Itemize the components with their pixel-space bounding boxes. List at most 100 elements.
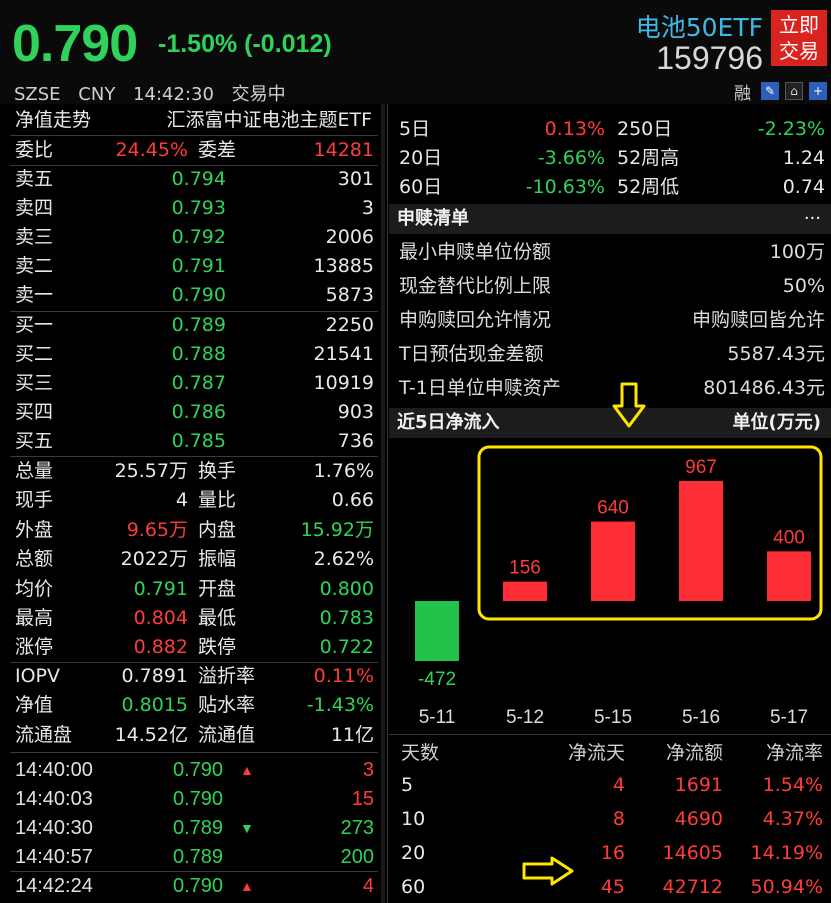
perf-value: 0.13% — [544, 118, 605, 140]
flow-cell-net-days: 4 — [612, 774, 625, 796]
perf-label: 60日 — [399, 176, 443, 198]
x-tick-label: 5-15 — [594, 707, 632, 728]
bid-volume: 2250 — [325, 314, 374, 336]
redeem-value: 100万 — [769, 241, 825, 263]
ask-price: 0.790 — [171, 284, 226, 306]
stat-row: 总额 2022万 振幅 2.62% — [10, 545, 378, 574]
clipped-perf-row — [389, 104, 831, 114]
header-toolbar: 融 ✎ ⌂ + — [734, 80, 827, 104]
redeem-row: 最小申赎单位份额 100万 — [389, 235, 831, 269]
tick-volume: 3 — [362, 759, 374, 781]
order-book-panel: 净值走势 汇添富中证电池主题ETF 委比 24.45% 委差 14281 卖五 0… — [10, 104, 378, 903]
stat-row: 现手 4 量比 0.66 — [10, 486, 378, 515]
ask-row[interactable]: 卖二 0.791 13885 — [10, 252, 378, 281]
bar-value-label: 156 — [509, 558, 541, 579]
stat-row: 外盘 9.65万 内盘 15.92万 — [10, 516, 378, 545]
stat-label: 涨停 — [15, 636, 54, 659]
bid-label: 买五 — [15, 430, 54, 452]
col-net-days: 净流天 — [567, 742, 625, 764]
bid-volume: 10919 — [313, 372, 374, 394]
ask-volume: 3 — [361, 197, 374, 219]
flow-cell-net-rate: 4.37% — [762, 808, 823, 830]
ask-label: 卖一 — [15, 284, 54, 306]
add-icon[interactable]: + — [809, 82, 827, 100]
weibi-label: 委比 — [15, 139, 54, 161]
stat-value: 14.52亿 — [114, 723, 188, 746]
ask-row[interactable]: 卖三 0.792 2006 — [10, 223, 378, 252]
bid-row[interactable]: 买二 0.788 21541 — [10, 340, 378, 369]
stat-row: 涨停 0.882 跌停 0.722 — [10, 633, 378, 662]
trading-status: 交易中 — [231, 84, 286, 105]
stat-row: 均价 0.791 开盘 0.800 — [10, 575, 378, 604]
flow-cell-net-amt: 14605 — [662, 842, 723, 864]
redeem-value: 801486.43元 — [703, 377, 825, 399]
ask-volume: 13885 — [313, 255, 374, 277]
stat-value: 25.57万 — [114, 460, 188, 482]
flow-cell-net-amt: 4690 — [674, 808, 723, 830]
flow-unit: 单位(万元) — [732, 412, 821, 433]
performance-row: 5日 0.13% 250日 -2.23% — [389, 115, 831, 144]
x-tick-label: 5-16 — [682, 707, 720, 728]
stat-label: 溢折率 — [198, 665, 256, 687]
redeem-label: 申购赎回允许情况 — [399, 309, 552, 331]
ask-price: 0.792 — [171, 226, 226, 248]
tick-price: 0.790 — [173, 875, 224, 897]
stat-label: 流通盘 — [15, 723, 73, 746]
redeem-section-header: 申赎清单 ··· — [389, 204, 831, 234]
redeem-label: T-1日单位申赎资产 — [399, 377, 561, 399]
redeem-value: 50% — [782, 275, 825, 297]
perf-value: -3.66% — [537, 147, 605, 169]
ask-row[interactable]: 卖四 0.793 3 — [10, 194, 378, 223]
tick-price: 0.789 — [173, 817, 224, 839]
margin-trading-icon[interactable]: 融 — [734, 82, 751, 104]
flow-title: 近5日净流入 — [397, 412, 500, 433]
stat-label: 量比 — [198, 489, 237, 512]
edit-icon[interactable]: ✎ — [761, 82, 779, 100]
nav-row[interactable]: 净值走势 汇添富中证电池主题ETF — [10, 106, 378, 135]
trade-now-button[interactable]: 立即 交易 — [771, 10, 827, 66]
tick-time: 14:40:57 — [15, 846, 93, 868]
stat-label: 流通值 — [198, 723, 256, 746]
tick-time: 14:42:24 — [15, 875, 93, 897]
stat-value: 2022万 — [120, 548, 188, 571]
alert-bell-icon[interactable]: ⌂ — [785, 82, 803, 100]
redeem-label: 现金替代比例上限 — [399, 275, 552, 297]
annotation-right-arrow-icon — [522, 856, 574, 886]
redeem-more-button[interactable]: ··· — [804, 204, 821, 234]
panel-splitter[interactable] — [381, 104, 385, 903]
bid-row[interactable]: 买四 0.786 903 — [10, 398, 378, 427]
tick-volume: 273 — [340, 817, 374, 839]
flow-cell-net-amt: 42712 — [662, 876, 723, 898]
redeem-value: 5587.43元 — [727, 343, 825, 365]
stat-label: 换手 — [198, 460, 237, 482]
ask-volume: 2006 — [325, 226, 374, 248]
ask-price: 0.791 — [171, 255, 226, 277]
stat-value: 0.791 — [133, 577, 188, 600]
stat-value: 1.76% — [313, 460, 374, 482]
ask-row[interactable]: 卖五 0.794 301 — [10, 165, 378, 194]
arrow-up-icon: ▲ — [240, 762, 254, 778]
redeem-row: 申购赎回允许情况 申购赎回皆允许 — [389, 303, 831, 337]
perf-label: 52周高 — [617, 147, 680, 169]
stat-value: 2.62% — [313, 548, 374, 571]
flow-table-header: 天数 净流天 净流额 净流率 — [389, 738, 831, 768]
stat-label: 内盘 — [198, 518, 237, 541]
tick-price: 0.790 — [173, 759, 224, 781]
bid-row[interactable]: 买五 0.785 736 — [10, 427, 378, 456]
stat-value: 11亿 — [330, 723, 374, 746]
perf-value: 0.74 — [782, 176, 825, 198]
nav-trend-link[interactable]: 净值走势 — [15, 106, 91, 135]
x-tick-label: 5-12 — [506, 707, 544, 728]
bar-value-label: -472 — [418, 669, 456, 690]
bar-5-17 — [767, 551, 811, 601]
ask-price: 0.793 — [171, 197, 226, 219]
bid-row[interactable]: 买三 0.787 10919 — [10, 369, 378, 398]
redeem-label: T日预估现金差额 — [399, 343, 544, 365]
ask-row[interactable]: 卖一 0.790 5873 — [10, 281, 378, 310]
bid-label: 买一 — [15, 314, 54, 336]
bar-value-label: 400 — [773, 527, 805, 548]
bid-row[interactable]: 买一 0.789 2250 — [10, 311, 378, 340]
perf-value: 1.24 — [782, 147, 825, 169]
ask-label: 卖二 — [15, 255, 54, 277]
redeem-title: 申赎清单 — [397, 208, 469, 229]
